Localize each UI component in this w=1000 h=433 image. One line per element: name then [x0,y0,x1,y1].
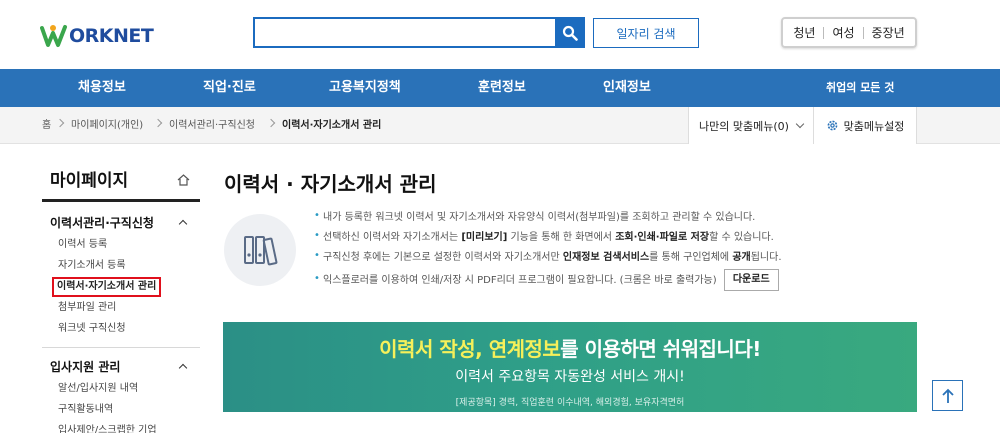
notice-text: 구직신청 후에는 기본으로 설정한 이력서와 자기소개서만 [323,252,563,263]
search-button[interactable] [555,17,585,48]
notice-text: 할 수 있습니다. [709,232,774,243]
download-button[interactable]: 다운로드 [723,269,779,291]
sidebar-item-activity-history[interactable]: 구직활동내역 [42,399,200,420]
notice-emphasis: 인재정보 검색서비스 [562,252,650,263]
notice-item: 내가 등록한 워크넷 이력서 및 자기소개서와 자유양식 이력서(첨부파일)를 … [314,206,782,228]
sidebar: 마이페이지 이력서관리·구직신청 이력서 등록 자기소개서 등록 이력서·자기소… [42,160,200,433]
sidebar-group-label: 입사지원 관리 [50,360,121,374]
my-menu-label: 나만의 맞춤메뉴(0) [699,119,789,133]
chevron-right-icon [153,118,163,128]
notice-text: 됩니다. [750,252,782,263]
user-type-women[interactable]: 여성 [832,24,854,41]
sidebar-title: 마이페이지 [42,160,200,202]
search-input[interactable] [253,17,556,48]
sidebar-item-job-apply[interactable]: 워크넷 구직신청 [42,318,200,339]
breadcrumb-current: 이력서·자기소개서 관리 [282,120,382,131]
user-type-selector: 청년 여성 중장년 [781,17,917,48]
nav-item-jobs[interactable]: 채용정보 [78,69,126,107]
home-icon[interactable] [177,174,190,186]
notice-text: 선택하신 이력서와 자기소개서는 [323,232,462,243]
sidebar-item-active-label: 이력서·자기소개서 관리 [52,277,162,297]
sidebar-item-apply-history[interactable]: 알선/입사지원 내역 [42,378,200,399]
divider [823,26,825,39]
top-header: ORKNET 일자리 검색 청년 여성 중장년 [0,0,1000,69]
chevron-up-icon [178,219,188,229]
notice-emphasis: 공개 [732,252,751,263]
banner-highlight: 연계정보 [488,337,561,361]
menu-setting-label: 맞춤메뉴설정 [843,119,905,133]
worknet-w-icon [40,25,67,47]
search-icon [562,25,578,41]
notice-text: 내가 등록한 워크넷 이력서 및 자기소개서와 자유양식 이력서(첨부파일)를 … [323,212,756,223]
nav-item-career[interactable]: 직업·진로 [203,69,256,107]
notice-text: 를 통해 구인업체에 [649,252,733,263]
logo-text: ORKNET [69,25,154,47]
nav-item-training[interactable]: 훈련정보 [478,69,526,107]
nav-all-menu[interactable]: 취업의 모든 것 [826,69,894,107]
binder-icon [224,214,296,286]
divider [42,347,200,348]
nav-item-welfare[interactable]: 고용복지정책 [329,69,401,107]
nav-item-talent[interactable]: 인재정보 [603,69,651,107]
sidebar-group-resume[interactable]: 이력서관리·구직신청 [42,212,200,234]
notice-item: 선택하신 이력서와 자기소개서는 [미리보기] 기능을 통해 한 화면에서 조회… [314,226,782,248]
arrow-up-icon [941,388,954,403]
menu-setting-button[interactable]: 맞춤메뉴설정 [814,107,917,144]
banner-headline-rest: 를 이용하면 쉬워집니다! [560,337,761,361]
sidebar-item-resume-register[interactable]: 이력서 등록 [42,234,200,255]
breadcrumb-mypage[interactable]: 마이페이지(개인) [71,107,143,144]
user-type-middle-aged[interactable]: 중장년 [872,24,905,41]
chevron-up-icon [178,363,188,373]
sidebar-group-application[interactable]: 입사지원 관리 [42,356,200,378]
breadcrumb-resume-mgmt[interactable]: 이력서관리·구직신청 [169,107,255,144]
chevron-right-icon [55,118,65,128]
sidebar-item-intro-register[interactable]: 자기소개서 등록 [42,255,200,276]
folder-binder-icon [244,236,278,266]
main-nav: 채용정보 직업·진로 고용복지정책 훈련정보 인재정보 취업의 모든 것 [0,69,1000,107]
job-search-button[interactable]: 일자리 검색 [593,18,699,48]
notice-emphasis: [미리보기] [461,232,508,243]
banner-provided-items: [제공항목] 경력, 직업훈련 이수내역, 해외경험, 보유자격면허 [455,398,685,408]
sidebar-group-label: 이력서관리·구직신청 [50,216,154,230]
worknet-logo[interactable]: ORKNET [40,22,154,50]
sidebar-item-attachment[interactable]: 첨부파일 관리 [42,297,200,318]
sidebar-item-offers-scrap[interactable]: 입사제안/스크랩한 기업 [42,420,200,433]
user-type-youth[interactable]: 청년 [793,24,815,41]
notice-item: 익스플로러를 이용하여 인쇄/저장 시 PDF리더 프로그램이 필요합니다. (… [314,266,782,294]
chevron-right-icon [266,118,276,128]
notice-emphasis: 조회·인쇄·파일로 저장 [615,232,710,243]
scroll-top-button[interactable] [932,380,963,411]
sidebar-title-text: 마이페이지 [50,171,129,191]
promo-banner[interactable]: 이력서 작성, 연계정보를 이용하면 쉬워집니다! 이력서 주요항목 자동완성 … [223,322,917,412]
chevron-down-icon [795,119,805,128]
banner-subtitle: 이력서 주요항목 자동완성 서비스 개시! [455,369,685,385]
divider [862,26,864,39]
banner-headline: 이력서 작성, 연계정보를 이용하면 쉬워집니다! [223,333,917,362]
sidebar-item-resume-manage[interactable]: 이력서·자기소개서 관리 [42,276,200,297]
notice-item: 구직신청 후에는 기본으로 설정한 이력서와 자기소개서만 인재정보 검색서비스… [314,246,782,268]
banner-highlight: 이력서 작성, [379,337,489,361]
notice-list: 내가 등록한 워크넷 이력서 및 자기소개서와 자유양식 이력서(첨부파일)를 … [314,206,782,294]
notice-text: 기능을 통해 한 화면에서 [507,232,616,243]
my-menu-dropdown[interactable]: 나만의 맞춤메뉴(0) [688,107,814,144]
notice-text: 익스플로러를 이용하여 인쇄/저장 시 PDF리더 프로그램이 필요합니다. (… [323,275,717,286]
page-title: 이력서 · 자기소개서 관리 [224,172,437,196]
breadcrumb-home[interactable]: 홈 [42,107,51,144]
gear-icon [827,120,837,131]
